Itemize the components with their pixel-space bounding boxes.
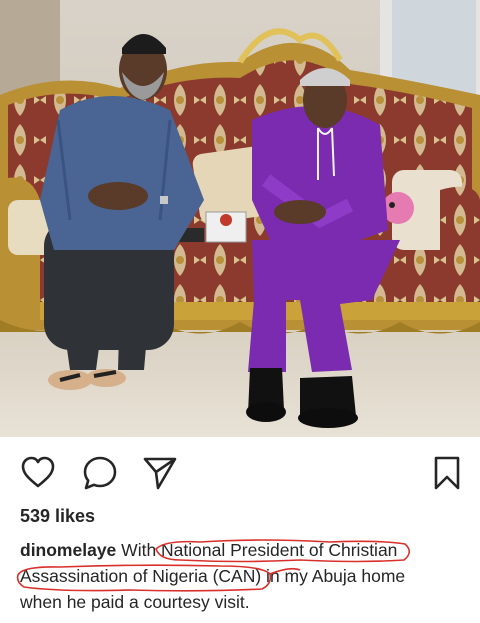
like-button[interactable] (20, 455, 56, 491)
caption-text-2: Assassination of Nigeria (CAN) in my Abu… (20, 566, 406, 586)
caption-text-1: With National President of Christian (121, 540, 398, 560)
likes-count[interactable]: 539 likes (20, 506, 95, 527)
post-photo[interactable] (0, 0, 480, 437)
post-photo-illustration (0, 0, 480, 437)
post-action-bar (0, 437, 480, 503)
post-caption: dinomelaye With National President of Ch… (20, 537, 465, 615)
heart-icon (21, 456, 55, 488)
caption-line-1: dinomelaye With National President of Ch… (20, 537, 465, 563)
bookmark-icon (434, 456, 460, 490)
send-icon (143, 457, 177, 490)
comment-icon (83, 456, 117, 490)
caption-text-3: when he paid a courtesy visit. (20, 592, 250, 612)
save-button[interactable] (429, 455, 465, 491)
share-button[interactable] (142, 455, 178, 491)
caption-username[interactable]: dinomelaye (20, 540, 116, 560)
comment-button[interactable] (82, 455, 118, 491)
